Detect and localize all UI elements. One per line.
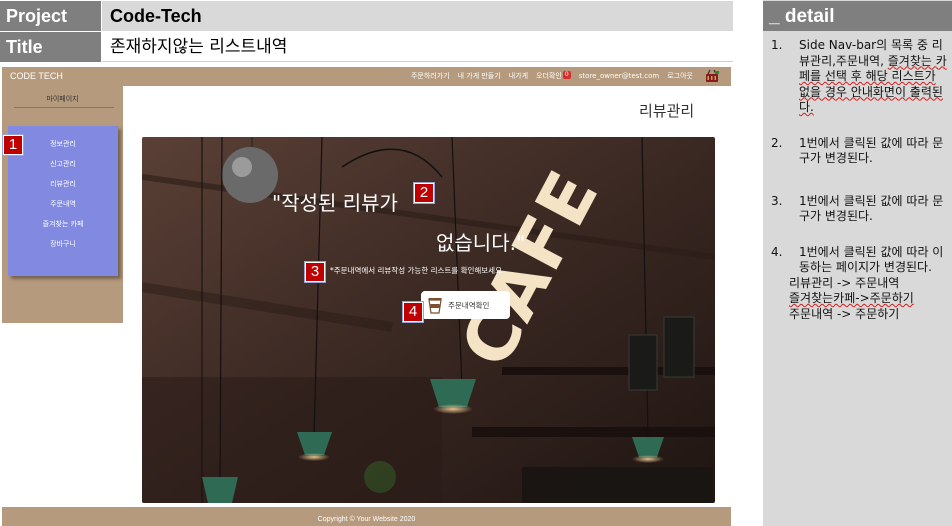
order-count-badge: 0 (562, 71, 571, 79)
title-value: 존재하지않는 리스트내역 (102, 32, 733, 62)
top-navbar: CODE TECH 주문하러가기 내 가게 만들기 내가게 오더확인 0 stor… (2, 67, 731, 86)
detail-list: 1. Side Nav-bar의 목록 중 리뷰관리,주문내역, 즐겨찾는 카페… (771, 38, 949, 322)
detail-mapping-3: 주문내역 -> 주문하기 (789, 306, 900, 321)
project-label: Project (0, 1, 101, 31)
sidebar-item-info[interactable]: 정보관리 (8, 134, 118, 154)
project-value: Code-Tech (102, 1, 733, 31)
sidebar-item-cart[interactable]: 장바구니 (8, 234, 118, 254)
callout-3: 3 (304, 261, 326, 283)
shopping-basket-icon[interactable] (705, 69, 719, 83)
nav-links: 주문하러가기 내 가게 만들기 내가게 오더확인 0 store_owner@te… (411, 67, 693, 86)
nav-link-order-check[interactable]: 오더확인 0 (536, 67, 571, 86)
title-label: Title (0, 32, 101, 62)
sidebar-item-orders[interactable]: 주문내역 (8, 194, 118, 214)
empty-message-line-1: "작성된 리뷰가 (272, 191, 398, 215)
callout-2: 2 (413, 182, 435, 204)
nav-link-order[interactable]: 주문하러가기 (411, 67, 450, 86)
sidebar-divider (14, 107, 114, 108)
sidebar-item-review[interactable]: 리뷰관리 (8, 174, 118, 194)
detail-item-2: 2. 1번에서 클릭된 값에 따라 문구가 변경된다. (771, 135, 944, 166)
detail-item-3: 3. 1번에서 클릭된 값에 따라 문구가 변경된다. (771, 193, 944, 224)
site-mockup: CODE TECH 주문하러가기 내 가게 만들기 내가게 오더확인 0 stor… (2, 67, 731, 526)
detail-title: _ detail (763, 1, 952, 31)
detail-mapping-1: 리뷰관리 -> 주문내역 (789, 275, 900, 290)
footer: Copyright © Your Website 2020 (2, 507, 731, 526)
sidebar-item-favorite-cafe[interactable]: 즐겨찾는 카페 (8, 214, 118, 234)
callout-1: 1 (2, 134, 24, 156)
empty-message-line-2: 없습니다." (436, 231, 526, 255)
nav-link-my-store[interactable]: 내가게 (509, 67, 528, 86)
check-orders-label: 주문내역확인 (448, 300, 490, 310)
detail-item-4: 4. 1번에서 클릭된 값에 따라 이동하는 페이지가 변경된다. 리뷰관리 -… (771, 245, 949, 323)
sidebar-item-report[interactable]: 신고관리 (8, 154, 118, 174)
nav-link-create-store[interactable]: 내 가게 만들기 (458, 67, 501, 86)
page-title: 리뷰관리 (639, 102, 695, 120)
sidebar-heading: 마이페이지 (46, 95, 79, 103)
check-orders-button[interactable]: 주문내역확인 (421, 291, 510, 319)
nav-link-logout[interactable]: 로그아웃 (667, 67, 693, 86)
nav-user-email: store_owner@test.com (578, 72, 660, 80)
detail-item-1: 1. Side Nav-bar의 목록 중 리뷰관리,주문내역, 즐겨찾는 카페… (771, 38, 947, 114)
coffee-cup-icon (428, 297, 442, 314)
side-navbar: 마이페이지 정보관리 신고관리 리뷰관리 주문내역 즐겨찾는 카페 장바구니 (2, 86, 123, 323)
callout-4: 4 (402, 301, 424, 323)
detail-panel: _ detail 1. Side Nav-bar의 목록 중 리뷰관리,주문내역… (763, 0, 952, 526)
brand-logo[interactable]: CODE TECH (10, 67, 63, 86)
sidebar-menu: 정보관리 신고관리 리뷰관리 주문내역 즐겨찾는 카페 장바구니 (8, 126, 118, 276)
detail-mapping-2: 즐겨찾는카페->주문하기 (789, 291, 914, 305)
empty-message-hint: *주문내역에서 리뷰작성 가능한 리스트를 확인해보세요 (330, 266, 502, 275)
